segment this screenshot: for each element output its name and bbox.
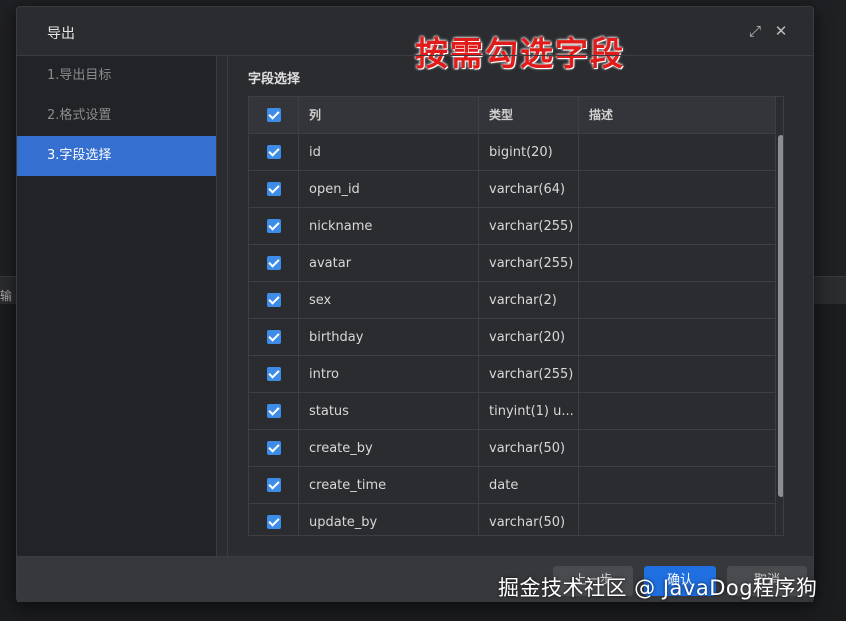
- row-checkbox-cell: [249, 171, 299, 208]
- expand-icon[interactable]: ⤢: [745, 21, 765, 41]
- row-type: varchar(20): [479, 319, 579, 356]
- row-column-name: status: [299, 393, 479, 430]
- row-type: bigint(20): [479, 134, 579, 171]
- row-description[interactable]: [579, 467, 775, 504]
- export-dialog: 导出 ⤢ ✕ 按需勾选字段 1.导出目标 2.格式设置 3.字段选择 字段选择 …: [16, 6, 814, 602]
- table-row[interactable]: nickname varchar(255): [249, 208, 775, 245]
- table-row[interactable]: id bigint(20): [249, 134, 775, 171]
- row-checkbox[interactable]: [267, 219, 281, 233]
- step-field-selection[interactable]: 3.字段选择: [17, 136, 216, 176]
- row-checkbox[interactable]: [267, 404, 281, 418]
- row-checkbox-cell: [249, 430, 299, 467]
- row-description[interactable]: [579, 134, 775, 171]
- watermark: 掘金技术社区 @ JavaDog程序狗: [498, 576, 818, 600]
- table-row[interactable]: intro varchar(255): [249, 356, 775, 393]
- row-checkbox[interactable]: [267, 293, 281, 307]
- row-checkbox[interactable]: [267, 145, 281, 159]
- select-all-cell: [249, 97, 299, 134]
- row-checkbox[interactable]: [267, 478, 281, 492]
- row-checkbox-cell: [249, 504, 299, 535]
- row-column-name: update_by: [299, 504, 479, 535]
- row-checkbox[interactable]: [267, 330, 281, 344]
- row-type: varchar(50): [479, 504, 579, 535]
- step-format-settings[interactable]: 2.格式设置: [17, 96, 216, 136]
- step-export-target[interactable]: 1.导出目标: [17, 56, 216, 96]
- section-title: 字段选择: [248, 72, 301, 87]
- row-checkbox[interactable]: [267, 515, 281, 529]
- table-row[interactable]: birthday varchar(20): [249, 319, 775, 356]
- row-type: varchar(64): [479, 171, 579, 208]
- row-checkbox-cell: [249, 245, 299, 282]
- dialog-title: 导出: [47, 26, 75, 42]
- table-row[interactable]: status tinyint(1) u...: [249, 393, 775, 430]
- row-column-name: id: [299, 134, 479, 171]
- row-description[interactable]: [579, 208, 775, 245]
- header-column: 列: [299, 97, 479, 134]
- close-icon[interactable]: ✕: [771, 21, 791, 41]
- row-column-name: sex: [299, 282, 479, 319]
- row-column-name: create_time: [299, 467, 479, 504]
- row-type: tinyint(1) u...: [479, 393, 579, 430]
- step-sidebar: 1.导出目标 2.格式设置 3.字段选择: [17, 56, 217, 556]
- row-description[interactable]: [579, 245, 775, 282]
- row-checkbox-cell: [249, 134, 299, 171]
- table-row[interactable]: update_by varchar(50): [249, 504, 775, 535]
- row-column-name: intro: [299, 356, 479, 393]
- row-description[interactable]: [579, 356, 775, 393]
- table-header-row: 列 类型 描述: [249, 97, 775, 134]
- field-selection-panel: 字段选择 列 类型 描述 id bigint(20) open_id varch…: [227, 56, 815, 556]
- row-checkbox-cell: [249, 467, 299, 504]
- row-column-name: open_id: [299, 171, 479, 208]
- row-type: varchar(255): [479, 245, 579, 282]
- row-column-name: avatar: [299, 245, 479, 282]
- row-type: varchar(2): [479, 282, 579, 319]
- table-row[interactable]: open_id varchar(64): [249, 171, 775, 208]
- row-description[interactable]: [579, 319, 775, 356]
- header-description: 描述: [589, 108, 614, 122]
- row-column-name: nickname: [299, 208, 479, 245]
- scrollbar-thumb[interactable]: [778, 135, 783, 497]
- row-description[interactable]: [579, 282, 775, 319]
- row-column-name: create_by: [299, 430, 479, 467]
- row-checkbox[interactable]: [267, 256, 281, 270]
- background-side-label: 输: [0, 289, 13, 303]
- row-description[interactable]: [579, 171, 775, 208]
- header-type: 类型: [479, 97, 579, 134]
- table-row[interactable]: create_time date: [249, 467, 775, 504]
- row-type: varchar(255): [479, 208, 579, 245]
- fields-table: 列 类型 描述 id bigint(20) open_id varchar(64…: [248, 96, 784, 536]
- row-description[interactable]: [579, 430, 775, 467]
- row-type: varchar(50): [479, 430, 579, 467]
- row-checkbox-cell: [249, 393, 299, 430]
- row-checkbox-cell: [249, 208, 299, 245]
- row-checkbox[interactable]: [267, 367, 281, 381]
- select-all-checkbox[interactable]: [267, 108, 281, 122]
- row-column-name: birthday: [299, 319, 479, 356]
- row-description[interactable]: [579, 393, 775, 430]
- row-checkbox[interactable]: [267, 441, 281, 455]
- row-type: date: [479, 467, 579, 504]
- row-checkbox-cell: [249, 282, 299, 319]
- table-row[interactable]: avatar varchar(255): [249, 245, 775, 282]
- row-checkbox-cell: [249, 319, 299, 356]
- row-checkbox-cell: [249, 356, 299, 393]
- row-type: varchar(255): [479, 356, 579, 393]
- table-row[interactable]: sex varchar(2): [249, 282, 775, 319]
- table-row[interactable]: create_by varchar(50): [249, 430, 775, 467]
- table-scrollbar[interactable]: [775, 97, 783, 535]
- row-description[interactable]: [579, 504, 775, 535]
- row-checkbox[interactable]: [267, 182, 281, 196]
